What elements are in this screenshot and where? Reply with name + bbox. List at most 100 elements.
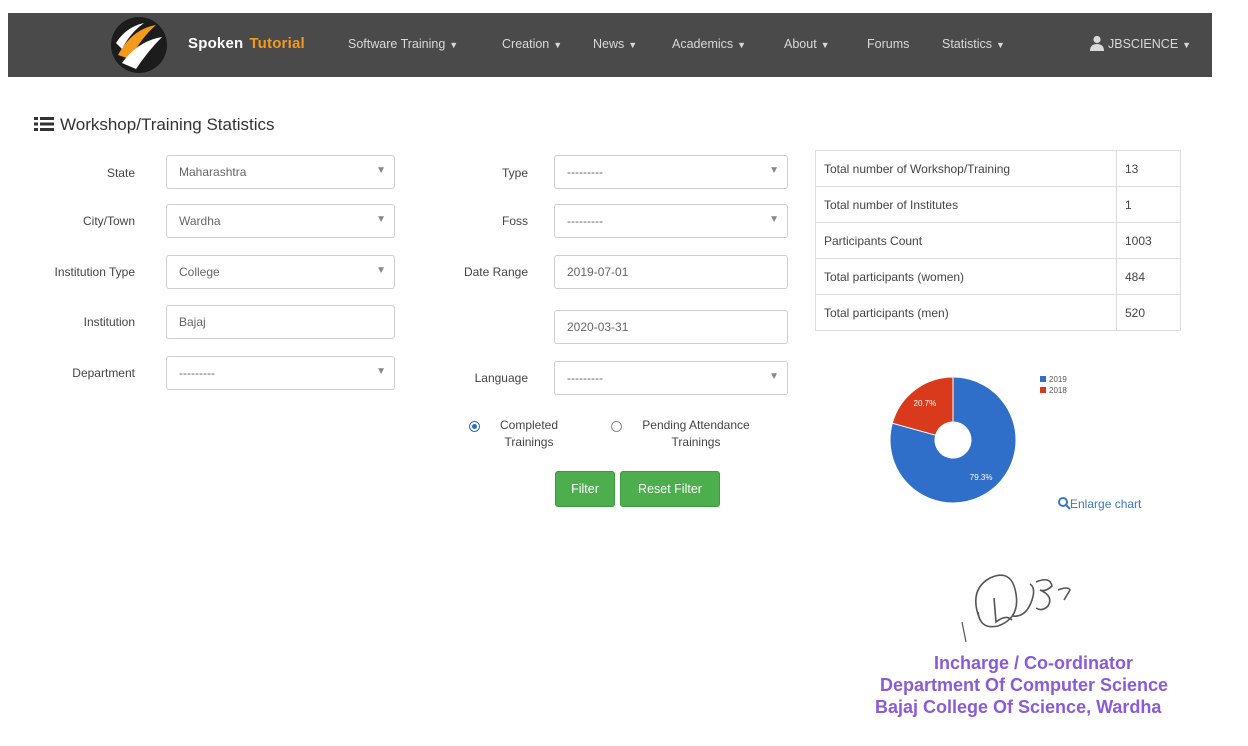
nav-software-training[interactable]: Software Training ▼ bbox=[348, 37, 458, 51]
caret-down-icon: ▼ bbox=[1182, 40, 1192, 50]
date-to-input[interactable]: 2020-03-31 bbox=[554, 310, 788, 344]
stamp-line-2: Department Of Computer Science bbox=[880, 675, 1169, 695]
participants-donut-chart: 79.3% 2019 20.7% 2018 bbox=[889, 375, 1067, 504]
list-icon bbox=[34, 117, 54, 131]
signature-image bbox=[961, 574, 1071, 643]
user-icon bbox=[1090, 35, 1104, 51]
completed-radio-label[interactable]: Completed Trainings bbox=[484, 417, 574, 451]
institution-input[interactable]: Bajaj bbox=[166, 305, 395, 339]
page-title-text: Workshop/Training Statistics bbox=[60, 115, 275, 134]
enlarge-chart-link[interactable]: Enlarge chart bbox=[1070, 497, 1141, 511]
institution-type-select[interactable]: College ▼ bbox=[166, 255, 395, 289]
stamp-line-1: Incharge / Co-ordinator bbox=[934, 653, 1134, 673]
nav-label: About bbox=[784, 37, 817, 51]
caret-down-icon: ▼ bbox=[628, 40, 638, 50]
stat-value: 1 bbox=[1116, 186, 1181, 223]
user-menu[interactable]: JBSCIENCE ▼ bbox=[1108, 37, 1191, 51]
nav-label: Forums bbox=[867, 37, 910, 51]
language-value: --------- bbox=[567, 371, 603, 385]
pending-radio[interactable] bbox=[611, 421, 622, 432]
stat-label: Total number of Institutes bbox=[815, 186, 1117, 223]
language-label: Language bbox=[474, 371, 528, 385]
caret-down-icon: ▼ bbox=[449, 40, 459, 50]
nav-about[interactable]: About ▼ bbox=[784, 37, 830, 51]
nav-label: Software Training bbox=[348, 37, 446, 51]
city-label: City/Town bbox=[82, 214, 135, 228]
department-label: Department bbox=[72, 366, 135, 380]
nav-label: Creation bbox=[502, 37, 550, 51]
city-select[interactable]: Wardha ▼ bbox=[166, 204, 395, 238]
language-select[interactable]: --------- ▼ bbox=[554, 361, 788, 395]
institution-value: Bajaj bbox=[179, 315, 206, 329]
date-from-value: 2019-07-01 bbox=[567, 265, 629, 279]
table-row: Total number of Workshop/Training 13 bbox=[815, 150, 1181, 187]
nav-academics[interactable]: Academics ▼ bbox=[672, 37, 746, 51]
foss-value: --------- bbox=[567, 214, 603, 228]
stat-value: 1003 bbox=[1116, 222, 1181, 259]
nav-news[interactable]: News ▼ bbox=[593, 37, 637, 51]
table-row: Total participants (men) 520 bbox=[815, 294, 1181, 331]
chevron-down-icon: ▼ bbox=[376, 265, 386, 276]
user-name: JBSCIENCE bbox=[1108, 37, 1179, 51]
page-title: Workshop/Training Statistics bbox=[34, 115, 274, 135]
legend-swatch-2019 bbox=[1040, 376, 1046, 382]
institution-type-value: College bbox=[179, 265, 220, 279]
stat-value: 13 bbox=[1116, 150, 1181, 187]
type-select[interactable]: --------- ▼ bbox=[554, 155, 788, 189]
chevron-down-icon: ▼ bbox=[376, 214, 386, 225]
table-row: Total participants (women) 484 bbox=[815, 258, 1181, 295]
stamp-line-3: Bajaj College Of Science, Wardha bbox=[875, 697, 1162, 717]
department-select[interactable]: --------- ▼ bbox=[166, 356, 395, 390]
chevron-down-icon: ▼ bbox=[376, 366, 386, 377]
slice-label-2019: 79.3% bbox=[970, 473, 993, 482]
institution-type-label: Institution Type bbox=[54, 265, 136, 279]
table-row: Total number of Institutes 1 bbox=[815, 186, 1181, 223]
stats-table: Total number of Workshop/Training 13 Tot… bbox=[815, 150, 1181, 331]
brand-second: Tutorial bbox=[249, 35, 305, 52]
state-value: Maharashtra bbox=[179, 165, 247, 179]
state-select[interactable]: Maharashtra ▼ bbox=[166, 155, 395, 189]
stat-label: Total participants (men) bbox=[815, 294, 1117, 331]
completed-radio[interactable] bbox=[469, 421, 480, 432]
stat-label: Total participants (women) bbox=[815, 258, 1117, 295]
chevron-down-icon: ▼ bbox=[376, 165, 386, 176]
nav-forums[interactable]: Forums bbox=[867, 37, 909, 51]
filter-button[interactable]: Filter bbox=[555, 471, 615, 507]
reset-filter-button[interactable]: Reset Filter bbox=[620, 471, 720, 507]
caret-down-icon: ▼ bbox=[820, 40, 830, 50]
top-navbar: Spoken Tutorial Software Training ▼ Creati… bbox=[8, 13, 1212, 77]
date-from-input[interactable]: 2019-07-01 bbox=[554, 255, 788, 289]
legend-swatch-2018 bbox=[1040, 387, 1046, 393]
stat-value: 520 bbox=[1116, 294, 1181, 331]
foss-select[interactable]: --------- ▼ bbox=[554, 204, 788, 238]
spoken-tutorial-logo-icon[interactable] bbox=[108, 15, 170, 75]
chevron-down-icon: ▼ bbox=[769, 165, 779, 176]
legend-label-2019[interactable]: 2019 bbox=[1049, 375, 1067, 384]
caret-down-icon: ▼ bbox=[737, 40, 747, 50]
foss-label: Foss bbox=[501, 214, 528, 228]
table-row: Participants Count 1003 bbox=[815, 222, 1181, 259]
date-to-value: 2020-03-31 bbox=[567, 320, 629, 334]
chevron-down-icon: ▼ bbox=[769, 371, 779, 382]
institution-label: Institution bbox=[83, 315, 135, 329]
caret-down-icon: ▼ bbox=[553, 40, 563, 50]
type-value: --------- bbox=[567, 165, 603, 179]
chevron-down-icon: ▼ bbox=[769, 214, 779, 225]
type-label: Type bbox=[501, 166, 528, 180]
stat-label: Participants Count bbox=[815, 222, 1117, 259]
caret-down-icon: ▼ bbox=[996, 40, 1005, 50]
nav-statistics[interactable]: Statistics ▼ bbox=[942, 37, 1005, 51]
department-value: --------- bbox=[179, 366, 215, 380]
nav-label: News bbox=[593, 37, 625, 51]
slice-label-2018: 20.7% bbox=[914, 399, 937, 408]
stat-label: Total number of Workshop/Training bbox=[815, 150, 1117, 187]
state-label: State bbox=[106, 166, 135, 180]
brand-title[interactable]: Spoken Tutorial bbox=[188, 35, 305, 52]
legend-label-2018[interactable]: 2018 bbox=[1049, 386, 1067, 395]
city-value: Wardha bbox=[179, 214, 221, 228]
nav-creation[interactable]: Creation ▼ bbox=[502, 37, 562, 51]
stat-value: 484 bbox=[1116, 258, 1181, 295]
nav-label: Statistics bbox=[942, 37, 993, 51]
pending-radio-label[interactable]: Pending Attendance Trainings bbox=[622, 417, 770, 451]
brand-first: Spoken bbox=[188, 35, 244, 52]
